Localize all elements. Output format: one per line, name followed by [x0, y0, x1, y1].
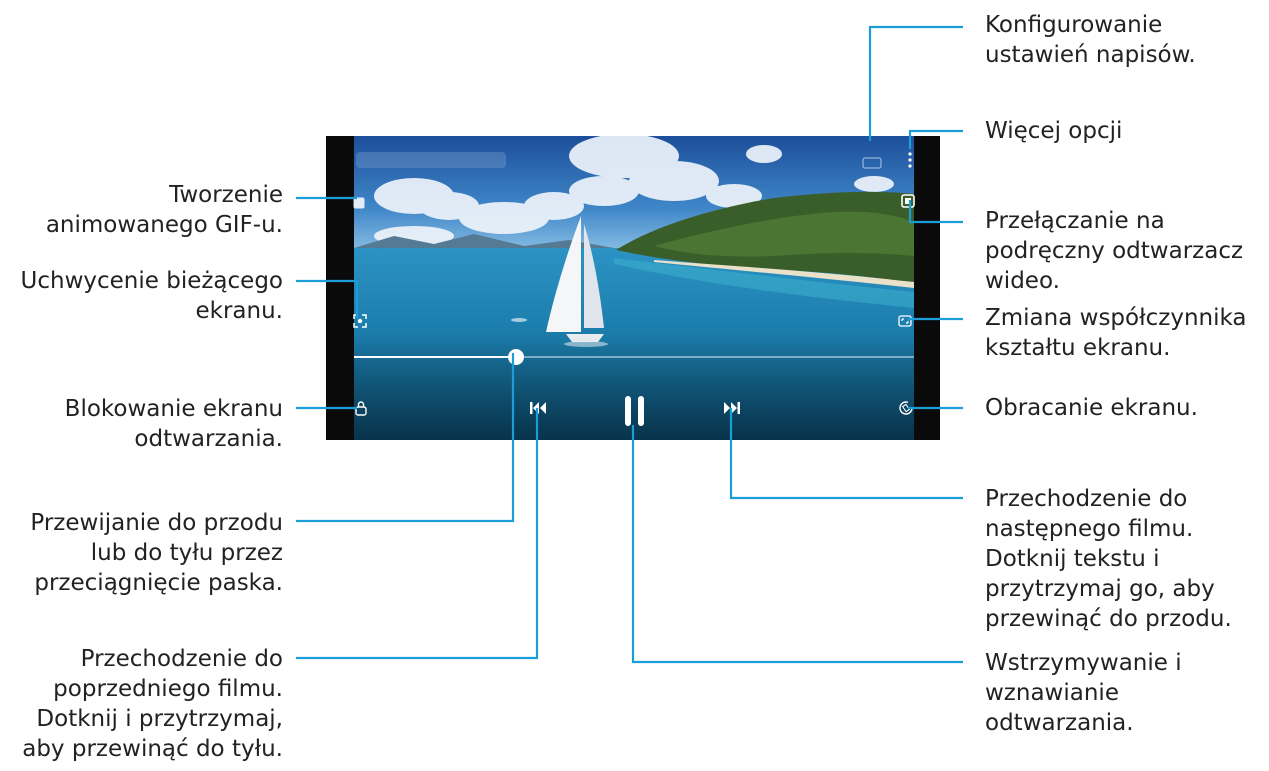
- label-line: przewinąć do przodu.: [985, 606, 1232, 632]
- seek-bar-thumb[interactable]: [508, 349, 525, 365]
- label-next: Przechodzenie do następnego filmu. Dotkn…: [985, 484, 1232, 634]
- lock-button[interactable]: [354, 400, 368, 416]
- label-line: Zmiana współczynnika: [985, 305, 1247, 331]
- label-line: odtwarzania.: [134, 426, 283, 452]
- label-line: ustawień napisów.: [985, 42, 1196, 68]
- seek-bar[interactable]: [354, 349, 914, 365]
- label-line: Przewijanie do przodu: [30, 510, 283, 536]
- label-line: Dotknij tekstu i: [985, 546, 1160, 572]
- label-line: animowanego GIF-u.: [45, 212, 283, 238]
- skip-previous-icon: [530, 402, 546, 414]
- label-line: kształtu ekranu.: [985, 335, 1171, 361]
- rotate-screen-icon: [899, 401, 913, 415]
- label-line: lub do tyłu przez: [90, 540, 283, 566]
- aspect-ratio-button[interactable]: [898, 313, 912, 327]
- label-line: Obracanie ekranu.: [985, 395, 1198, 421]
- video-title-placeholder: [356, 152, 506, 168]
- label-rotate-screen: Obracanie ekranu.: [985, 393, 1198, 423]
- gif-button[interactable]: [353, 194, 365, 209]
- lock-icon: [355, 401, 367, 416]
- gif-icon: [353, 197, 365, 209]
- label-gif: Tworzenie animowanego GIF-u.: [46, 180, 283, 240]
- popup-player-icon: [901, 194, 915, 208]
- screen-capture-button[interactable]: [353, 313, 367, 328]
- pause-button[interactable]: [623, 394, 647, 428]
- label-line: Więcej opcji: [985, 118, 1123, 144]
- previous-button[interactable]: [529, 400, 547, 416]
- subtitles-settings-button[interactable]: [862, 154, 882, 169]
- label-line: Przechodzenie do: [985, 486, 1188, 512]
- label-line: Konfigurowanie: [985, 12, 1163, 38]
- pause-icon: [625, 396, 644, 426]
- next-button[interactable]: [723, 400, 741, 416]
- label-line: ekranu.: [195, 298, 284, 324]
- label-capture: Uchwycenie bieżącego ekranu.: [21, 266, 283, 326]
- label-line: Blokowanie ekranu: [64, 396, 283, 422]
- label-lock: Blokowanie ekranu odtwarzania.: [65, 394, 283, 454]
- label-aspect-ratio: Zmiana współczynnika kształtu ekranu.: [985, 303, 1247, 363]
- aspect-ratio-icon: [898, 315, 912, 327]
- label-seek: Przewijanie do przodu lub do tyłu przez …: [30, 508, 283, 598]
- label-more-options: Więcej opcji: [985, 116, 1122, 146]
- video-player-screen: [326, 136, 940, 440]
- label-line: aby przewinąć do tyłu.: [22, 736, 283, 762]
- label-line: Przełączanie na: [985, 208, 1165, 234]
- popup-player-button[interactable]: [901, 193, 915, 208]
- rotate-screen-button[interactable]: [898, 400, 914, 416]
- label-line: Dotknij i przytrzymaj,: [36, 706, 283, 732]
- more-options-button[interactable]: [906, 150, 914, 170]
- label-line: Tworzenie: [169, 182, 283, 208]
- label-subtitles-settings: Konfigurowanie ustawień napisów.: [985, 10, 1196, 70]
- label-line: poprzedniego filmu.: [53, 676, 283, 702]
- label-line: podręczny odtwarzacz: [985, 238, 1244, 264]
- label-line: następnego filmu.: [985, 516, 1194, 542]
- label-line: Przechodzenie do: [80, 646, 283, 672]
- more-options-icon: [908, 152, 912, 168]
- label-previous: Przechodzenie do poprzedniego filmu. Dot…: [22, 644, 283, 764]
- label-line: wideo.: [985, 268, 1060, 294]
- subtitles-settings-icon: [862, 157, 882, 169]
- label-line: Uchwycenie bieżącego: [20, 268, 283, 294]
- label-popup-player: Przełączanie na podręczny odtwarzacz wid…: [985, 206, 1243, 296]
- label-line: Wstrzymywanie i: [985, 650, 1182, 676]
- label-line: odtwarzania.: [985, 710, 1134, 736]
- label-line: przeciągnięcie paska.: [34, 570, 283, 596]
- label-line: przytrzymaj go, aby: [985, 576, 1215, 602]
- screen-capture-icon: [353, 314, 367, 328]
- label-pause: Wstrzymywanie i wznawianie odtwarzania.: [985, 648, 1182, 738]
- skip-next-icon: [724, 402, 740, 414]
- label-line: wznawianie: [985, 680, 1119, 706]
- seek-bar-played: [354, 356, 517, 358]
